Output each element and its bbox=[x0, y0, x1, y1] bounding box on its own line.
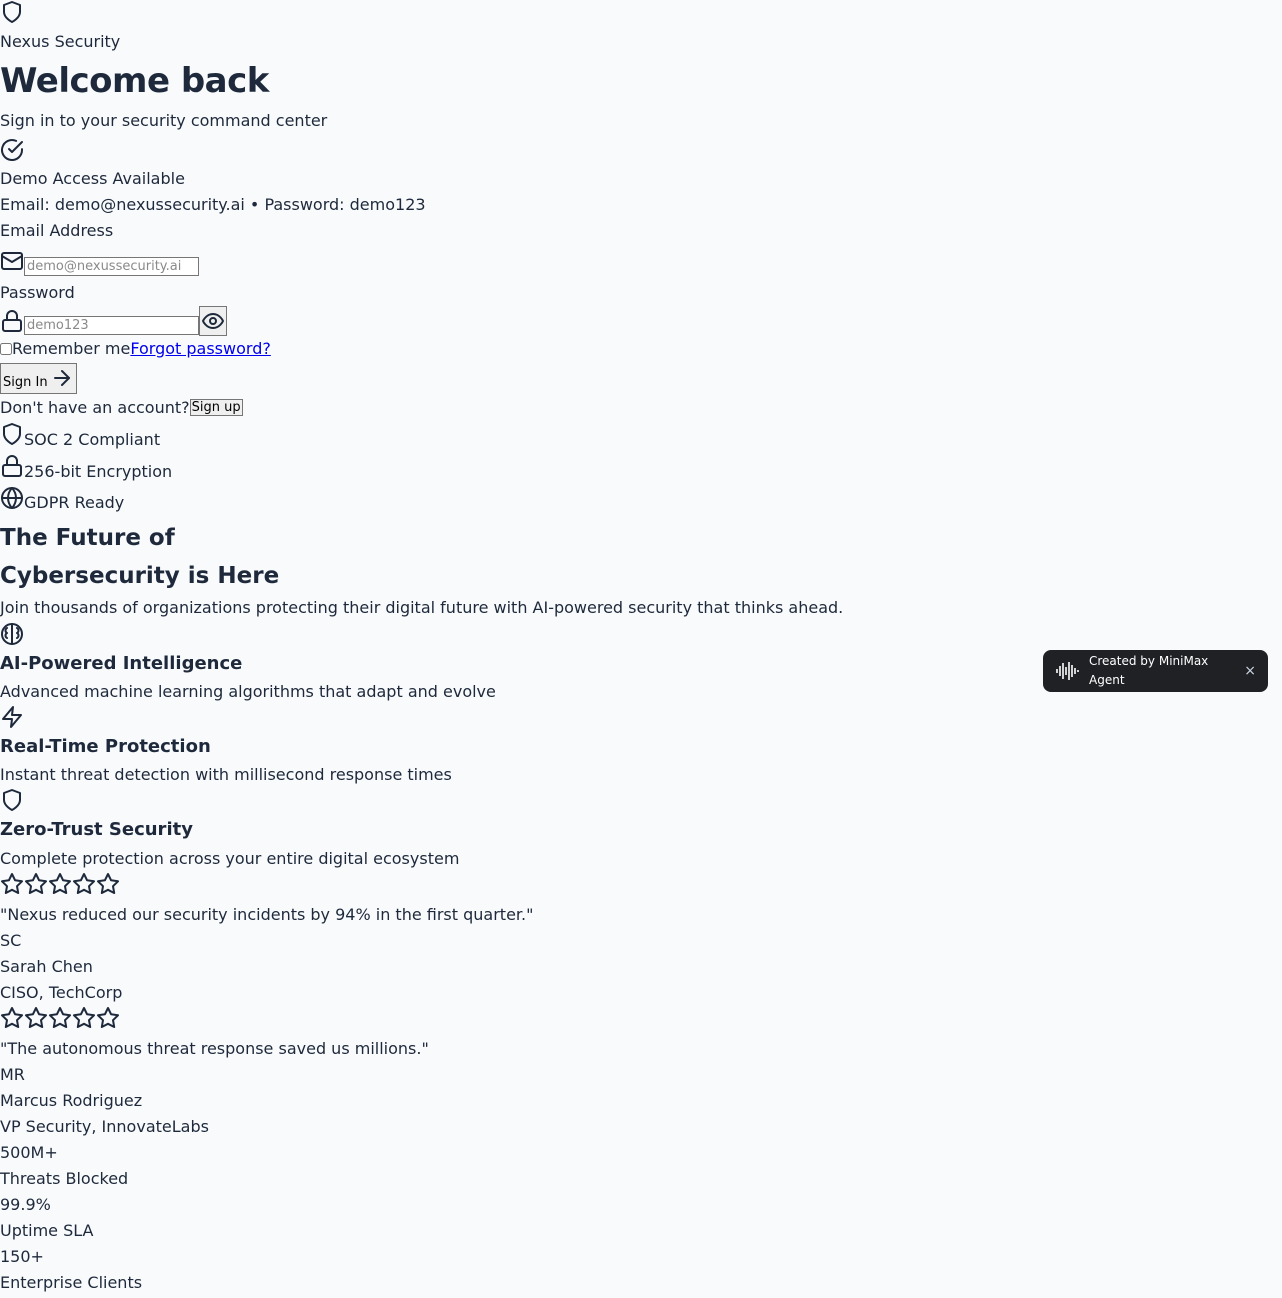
sign-up-button[interactable]: Sign up bbox=[189, 399, 243, 417]
waveform-icon bbox=[1055, 660, 1081, 682]
star-icon bbox=[96, 872, 120, 896]
star-icon bbox=[24, 1006, 48, 1030]
eye-icon bbox=[201, 309, 225, 333]
star-rating bbox=[0, 1006, 1282, 1030]
shield-icon bbox=[0, 0, 24, 24]
badge-label: GDPR Ready bbox=[24, 493, 125, 513]
stat-value: 500M+ bbox=[0, 1142, 58, 1162]
hero-description: Join thousands of organizations protecti… bbox=[0, 597, 844, 617]
feature-description: Instant threat detection with millisecon… bbox=[0, 765, 452, 785]
avatar: SC bbox=[0, 930, 22, 950]
avatar: MR bbox=[0, 1064, 25, 1084]
feature-title: Zero-Trust Security bbox=[0, 819, 193, 841]
remember-checkbox[interactable] bbox=[0, 342, 12, 355]
star-icon bbox=[72, 872, 96, 896]
no-account-text: Don't have an account? bbox=[0, 397, 190, 417]
stats: 500M+ Threats Blocked 99.9% Uptime SLA 1… bbox=[0, 1140, 1282, 1296]
demo-credentials: Email: demo@nexussecurity.ai • Password:… bbox=[0, 194, 426, 214]
testimonial-name: Marcus Rodriguez bbox=[0, 1090, 143, 1110]
email-label: Email Address bbox=[0, 220, 114, 240]
hero-title-line2: Cybersecurity is Here bbox=[0, 562, 280, 589]
mail-icon bbox=[0, 249, 24, 273]
lock-icon bbox=[0, 309, 24, 333]
stat-label: Enterprise Clients bbox=[0, 1272, 143, 1292]
demo-title: Demo Access Available bbox=[0, 168, 185, 188]
feature-item: Real-Time Protection Instant threat dete… bbox=[0, 705, 1282, 787]
forgot-password-link[interactable]: Forgot password? bbox=[130, 336, 270, 362]
feature-description: Complete protection across your entire d… bbox=[0, 848, 460, 868]
feature-title: Real-Time Protection bbox=[0, 736, 211, 758]
password-label: Password bbox=[0, 282, 75, 302]
page-subtitle: Sign in to your security command center bbox=[0, 110, 328, 130]
sign-in-button[interactable]: Sign In bbox=[0, 362, 77, 394]
shield-icon bbox=[0, 422, 24, 446]
toggle-password-button[interactable] bbox=[199, 305, 227, 336]
testimonial-quote: "Nexus reduced our security incidents by… bbox=[0, 904, 534, 924]
close-icon[interactable]: × bbox=[1244, 660, 1256, 682]
shield-icon bbox=[0, 788, 24, 812]
testimonial-card: "Nexus reduced our security incidents by… bbox=[0, 872, 1282, 1006]
brain-icon bbox=[0, 622, 24, 646]
testimonial-role: VP Security, InnovateLabs bbox=[0, 1116, 209, 1136]
brand-name: Nexus Security bbox=[0, 32, 121, 51]
testimonials: "Nexus reduced our security incidents by… bbox=[0, 872, 1282, 1140]
star-icon bbox=[0, 872, 24, 896]
badge-gdpr: GDPR Ready bbox=[0, 485, 1282, 516]
check-circle-icon bbox=[0, 138, 24, 162]
badge-label: 256-bit Encryption bbox=[24, 461, 173, 481]
minimax-agent-badge[interactable]: Created by MiniMax Agent × bbox=[1043, 650, 1268, 692]
star-icon bbox=[48, 872, 72, 896]
zap-icon bbox=[0, 705, 24, 729]
feature-item: Zero-Trust Security Complete protection … bbox=[0, 788, 1282, 870]
stat-label: Uptime SLA bbox=[0, 1220, 94, 1240]
badge-encryption: 256-bit Encryption bbox=[0, 453, 1282, 485]
badge-soc2: SOC 2 Compliant bbox=[0, 421, 1282, 453]
stat-value: 99.9% bbox=[0, 1194, 51, 1214]
globe-icon bbox=[0, 486, 24, 510]
star-icon bbox=[0, 1006, 24, 1030]
star-icon bbox=[48, 1006, 72, 1030]
stat-label: Threats Blocked bbox=[0, 1168, 129, 1188]
lock-icon bbox=[0, 454, 24, 478]
testimonial-card: "The autonomous threat response saved us… bbox=[0, 1006, 1282, 1140]
star-icon bbox=[72, 1006, 96, 1030]
testimonial-quote: "The autonomous threat response saved us… bbox=[0, 1038, 429, 1058]
compliance-badges: SOC 2 Compliant 256-bit Encryption GDPR … bbox=[0, 421, 1282, 516]
arrow-right-icon bbox=[50, 366, 74, 390]
stat-value: 150+ bbox=[0, 1246, 44, 1266]
password-field[interactable] bbox=[24, 316, 199, 336]
star-icon bbox=[96, 1006, 120, 1030]
email-row bbox=[0, 247, 1282, 276]
remember-row: Remember me Forgot password? bbox=[0, 336, 1282, 362]
star-icon bbox=[24, 872, 48, 896]
login-form: Email Address Password Remember me Forgo… bbox=[0, 218, 1282, 421]
hero-title-line1: The Future of bbox=[0, 524, 175, 551]
sign-in-label: Sign In bbox=[3, 375, 48, 391]
remember-label: Remember me bbox=[12, 338, 131, 358]
badge-label: SOC 2 Compliant bbox=[24, 429, 161, 449]
star-rating bbox=[0, 872, 1282, 896]
password-row bbox=[0, 305, 1282, 336]
email-field[interactable] bbox=[24, 256, 199, 276]
testimonial-role: CISO, TechCorp bbox=[0, 982, 123, 1002]
toast-label: Created by MiniMax Agent bbox=[1089, 653, 1209, 687]
page-title: Welcome back bbox=[0, 61, 269, 101]
testimonial-name: Sarah Chen bbox=[0, 956, 93, 976]
signup-row: Don't have an account? Sign up bbox=[0, 395, 1282, 421]
